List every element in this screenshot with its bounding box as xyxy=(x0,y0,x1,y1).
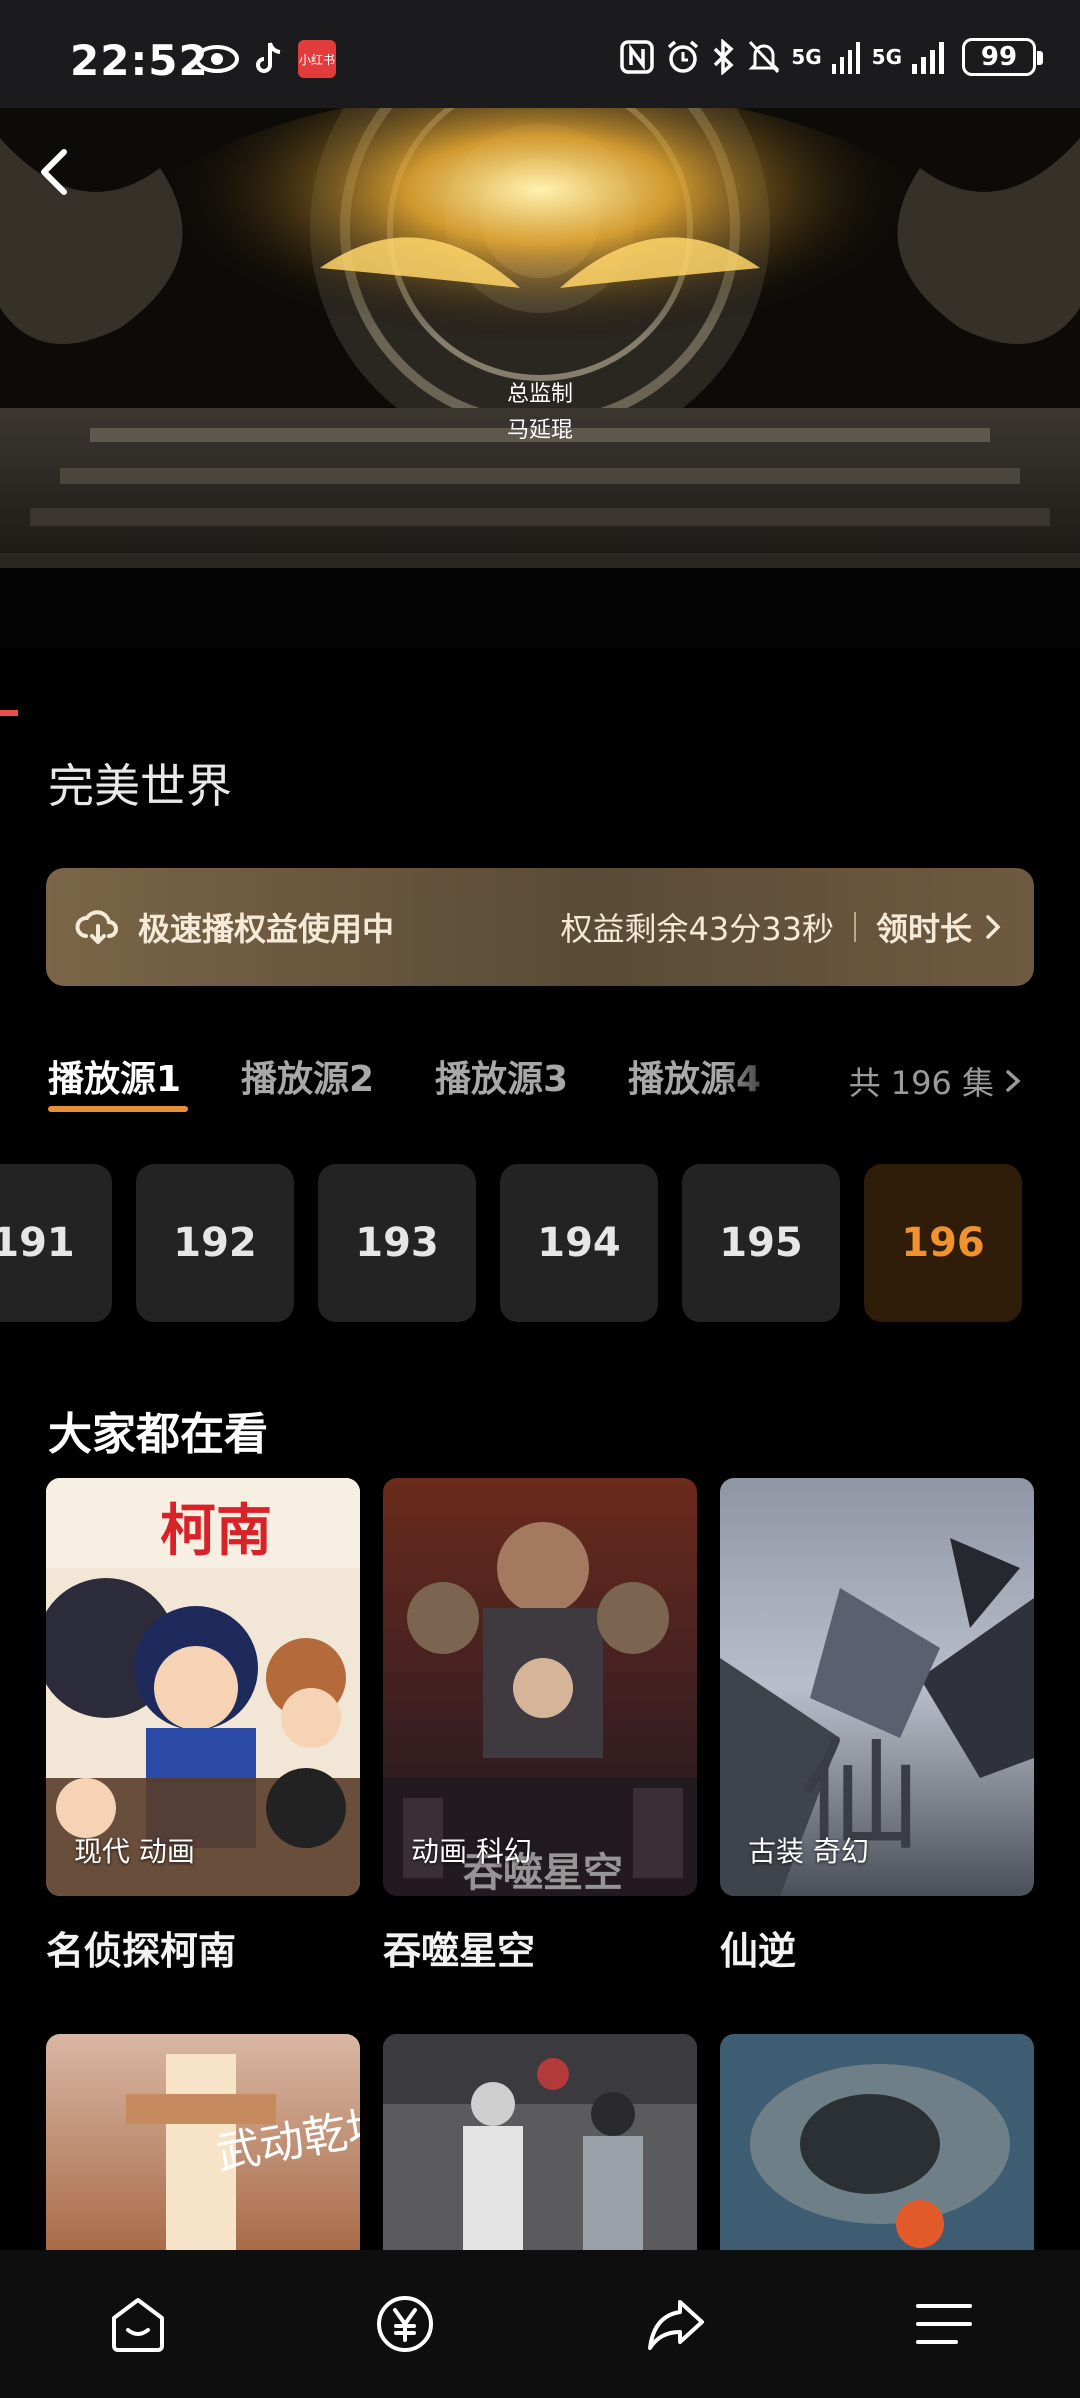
tab-source-3[interactable]: 播放源3 xyxy=(435,1050,568,1102)
card-tags: 现代 动画 xyxy=(74,1835,195,1868)
video-caption-role: 总监制 xyxy=(506,382,573,407)
card-title: 吞噬星空 xyxy=(383,1929,536,1973)
alarm-icon xyxy=(668,40,699,73)
video-caption-name: 马延琨 xyxy=(506,418,573,443)
section-title-popular: 大家都在看 xyxy=(48,1409,268,1460)
xiaohongshu-icon: 小红书 xyxy=(298,40,336,78)
cloud-download-icon xyxy=(75,910,118,944)
tab-source-2[interactable]: 播放源2 xyxy=(241,1050,374,1102)
playback-progress[interactable] xyxy=(0,710,18,716)
all-episodes-link[interactable]: 共 196 集 xyxy=(849,1058,1024,1104)
chevron-right-icon xyxy=(986,915,1001,939)
poster-row2-center[interactable] xyxy=(383,2034,697,2254)
network-5g-label-2: 5G xyxy=(871,45,902,69)
eye-icon xyxy=(195,45,239,73)
episode-chip[interactable]: 195 xyxy=(682,1164,840,1322)
signal-icon xyxy=(831,42,860,74)
episode-chip[interactable]: 194 xyxy=(500,1164,658,1322)
menu-icon[interactable] xyxy=(912,2292,976,2356)
episode-chip[interactable]: 192 xyxy=(136,1164,294,1322)
episode-chip-active[interactable]: 196 xyxy=(864,1164,1022,1322)
episode-count: 共 196 集 xyxy=(848,1064,994,1102)
nfc-icon xyxy=(620,40,655,74)
card-title: 仙逆 xyxy=(720,1929,797,1973)
episode-chip[interactable]: 193 xyxy=(318,1164,476,1322)
poster-martial-universe[interactable]: 武动乾坤 xyxy=(46,2034,360,2254)
recommend-card[interactable]: 吞噬星空 动画 科幻 吞噬星空 xyxy=(383,1478,697,1975)
get-time-button[interactable]: 领时长 xyxy=(876,904,972,950)
video-player[interactable]: 总监制 马延琨 xyxy=(0,108,1080,648)
divider xyxy=(853,912,856,942)
poster-renegade-immortal: 仙 古装 奇幻 xyxy=(720,1478,1034,1896)
poster-swallowed-star: 吞噬星空 动画 科幻 xyxy=(383,1478,697,1896)
tab-source-1[interactable]: 播放源1 xyxy=(48,1050,181,1102)
benefit-status: 极速播权益使用中 xyxy=(138,910,395,948)
active-tab-indicator xyxy=(48,1106,188,1112)
benefit-right: 权益剩余43分33秒 领时长 xyxy=(561,904,1008,950)
episode-chip[interactable]: 191 xyxy=(0,1164,112,1322)
network-5g-label: 5G xyxy=(791,45,822,69)
tab-source-4[interactable]: 播放源4 xyxy=(628,1050,761,1102)
bottom-nav xyxy=(0,2250,1080,2398)
share-icon[interactable] xyxy=(644,2292,708,2356)
card-tags: 古装 奇幻 xyxy=(748,1835,869,1868)
signal-icon-2 xyxy=(912,42,944,74)
episode-selector: 191 192 193 194 195 196 xyxy=(0,1164,1080,1322)
poster-conan: 柯南 现代 动画 xyxy=(46,1478,360,1896)
card-tags: 动画 科幻 xyxy=(411,1835,532,1868)
bluetooth-icon xyxy=(714,39,734,75)
yen-icon[interactable] xyxy=(373,2292,437,2356)
benefit-remaining: 权益剩余43分33秒 xyxy=(560,910,834,948)
battery-indicator: 99 xyxy=(962,38,1043,76)
status-time: 22:52 xyxy=(70,36,209,85)
poster-row2-right[interactable] xyxy=(720,2034,1034,2254)
chevron-right-icon xyxy=(1006,1070,1021,1092)
status-left-icons: 小红书 xyxy=(194,40,336,78)
poster-title-text: 柯南 xyxy=(160,1499,272,1564)
speed-play-banner[interactable]: 极速播权益使用中 权益剩余43分33秒 领时长 xyxy=(46,868,1034,986)
home-icon[interactable] xyxy=(106,2292,170,2356)
recommend-card[interactable]: 柯南 现代 动画 名侦探柯南 xyxy=(46,1478,360,1975)
tiktok-icon xyxy=(256,42,281,73)
back-arrow-icon[interactable] xyxy=(30,142,80,202)
mute-icon xyxy=(748,40,780,74)
status-right-icons: 5G 5G 99 xyxy=(619,38,1043,76)
status-bar: 22:52 小红书 5G 5G 99 xyxy=(0,0,1080,108)
card-title: 名侦探柯南 xyxy=(46,1929,237,1973)
show-title: 完美世界 xyxy=(48,759,232,813)
recommend-card[interactable]: 仙 古装 奇幻 仙逆 xyxy=(720,1478,1034,1975)
